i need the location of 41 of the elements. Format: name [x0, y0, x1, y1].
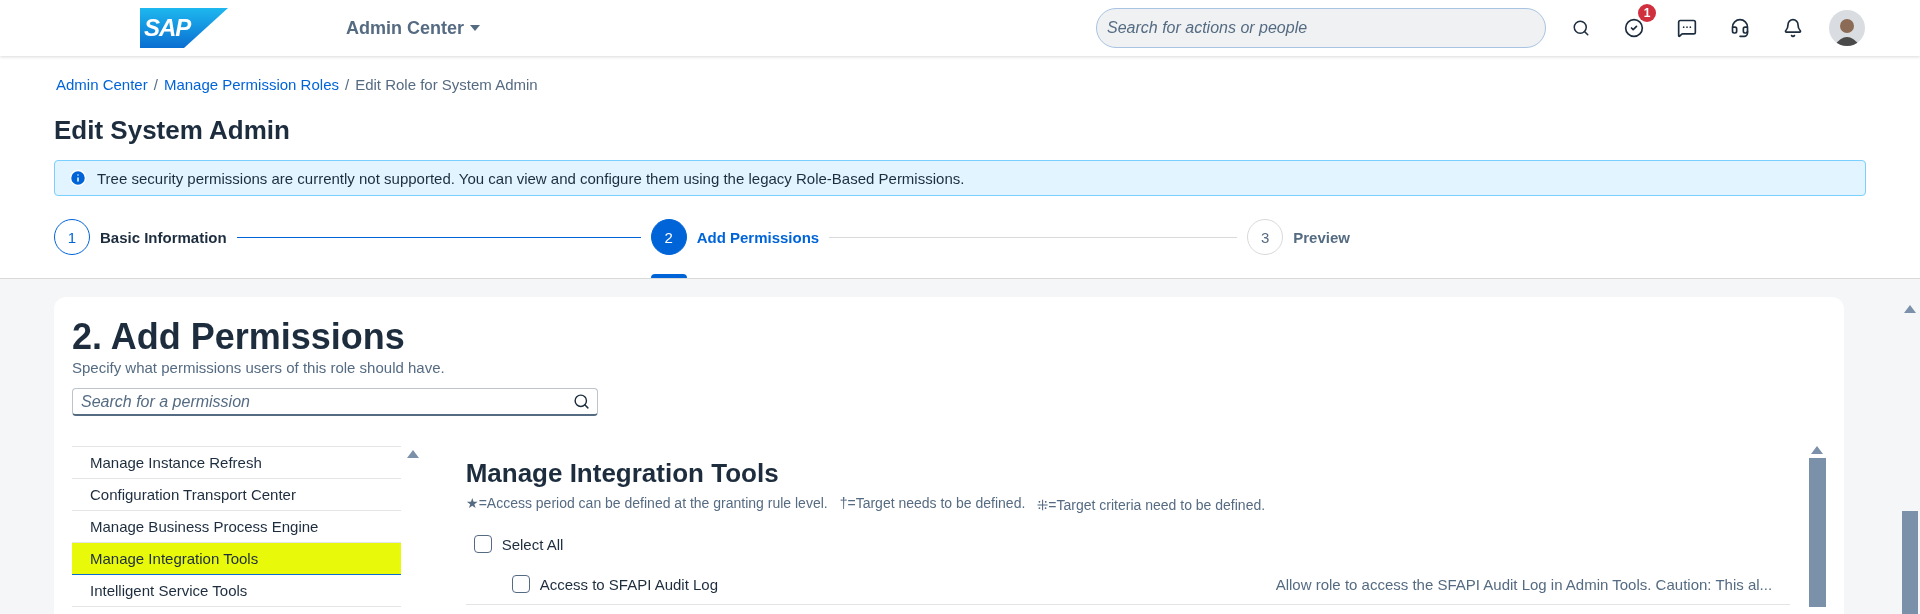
- step-number: 2: [650, 219, 687, 255]
- avatar[interactable]: [1829, 10, 1865, 46]
- step-number: 3: [1247, 219, 1284, 255]
- legend-text: ⁜=Target criteria need to be defined.: [1037, 496, 1266, 514]
- breadcrumb-link[interactable]: Manage Permission Roles: [163, 76, 339, 93]
- section-subtitle: Specify what permissions users of this role should have.: [72, 359, 446, 376]
- category-item[interactable]: Manage Integration Tools: [72, 543, 401, 575]
- wizard-step[interactable]: 2 Add Permissions: [650, 196, 1248, 278]
- search-field[interactable]: Search for actions or people: [1096, 8, 1546, 48]
- info-icon: [69, 169, 87, 187]
- detail-title: Manage Integration Tools: [465, 458, 780, 489]
- check-circle-icon: [1624, 18, 1644, 38]
- step-label: Preview: [1293, 228, 1350, 246]
- breadcrumb-link[interactable]: Admin Center: [56, 76, 148, 93]
- section-title: 2. Add Permissions: [72, 317, 406, 357]
- breadcrumb-separator: /: [344, 76, 350, 93]
- breadcrumb-current[interactable]: Edit Role for System Admin: [355, 76, 538, 93]
- step-label: Add Permissions: [696, 228, 820, 246]
- wizard-step[interactable]: 1 Basic Information: [54, 196, 651, 278]
- wizard-step[interactable]: 3 Preview: [1247, 196, 1350, 278]
- notification-badge: 1: [1638, 4, 1656, 22]
- scroll-up-icon[interactable]: [1904, 305, 1916, 313]
- permission-description: Allow role to access the SFAPI Audit Log in Admin Tools. Caution: This al...: [1275, 575, 1774, 593]
- select-all-checkbox[interactable]: Select All: [465, 524, 1791, 564]
- app-menu[interactable]: Admin Center: [342, 13, 484, 43]
- permission-search-field[interactable]: Search for a permission: [72, 388, 598, 416]
- legend-text: †=Target needs to be defined.: [839, 495, 1026, 513]
- caret-icon: [470, 25, 480, 31]
- scroll-up-icon[interactable]: [1811, 446, 1824, 454]
- step-number: 1: [54, 219, 90, 255]
- step-label: Basic Information: [100, 228, 227, 246]
- scrollbar-thumb[interactable]: [1902, 511, 1918, 614]
- scroll-up-icon[interactable]: [406, 450, 419, 458]
- info-message: Tree security permissions are currently not supported. You can view and configure them using the legacy Role-Based Permissions.: [97, 169, 965, 187]
- step-indicator: [650, 274, 687, 278]
- breadcrumb-separator: /: [153, 76, 158, 93]
- search-icon[interactable]: [573, 393, 590, 410]
- permission-checkbox[interactable]: Access to SFAPI Audit Log: [465, 564, 719, 604]
- scrollbar-thumb[interactable]: [1808, 458, 1826, 607]
- legend-text: ★=Access period can be defined at the granting rule level.: [465, 495, 828, 513]
- page-title: Edit System Admin: [54, 115, 291, 146]
